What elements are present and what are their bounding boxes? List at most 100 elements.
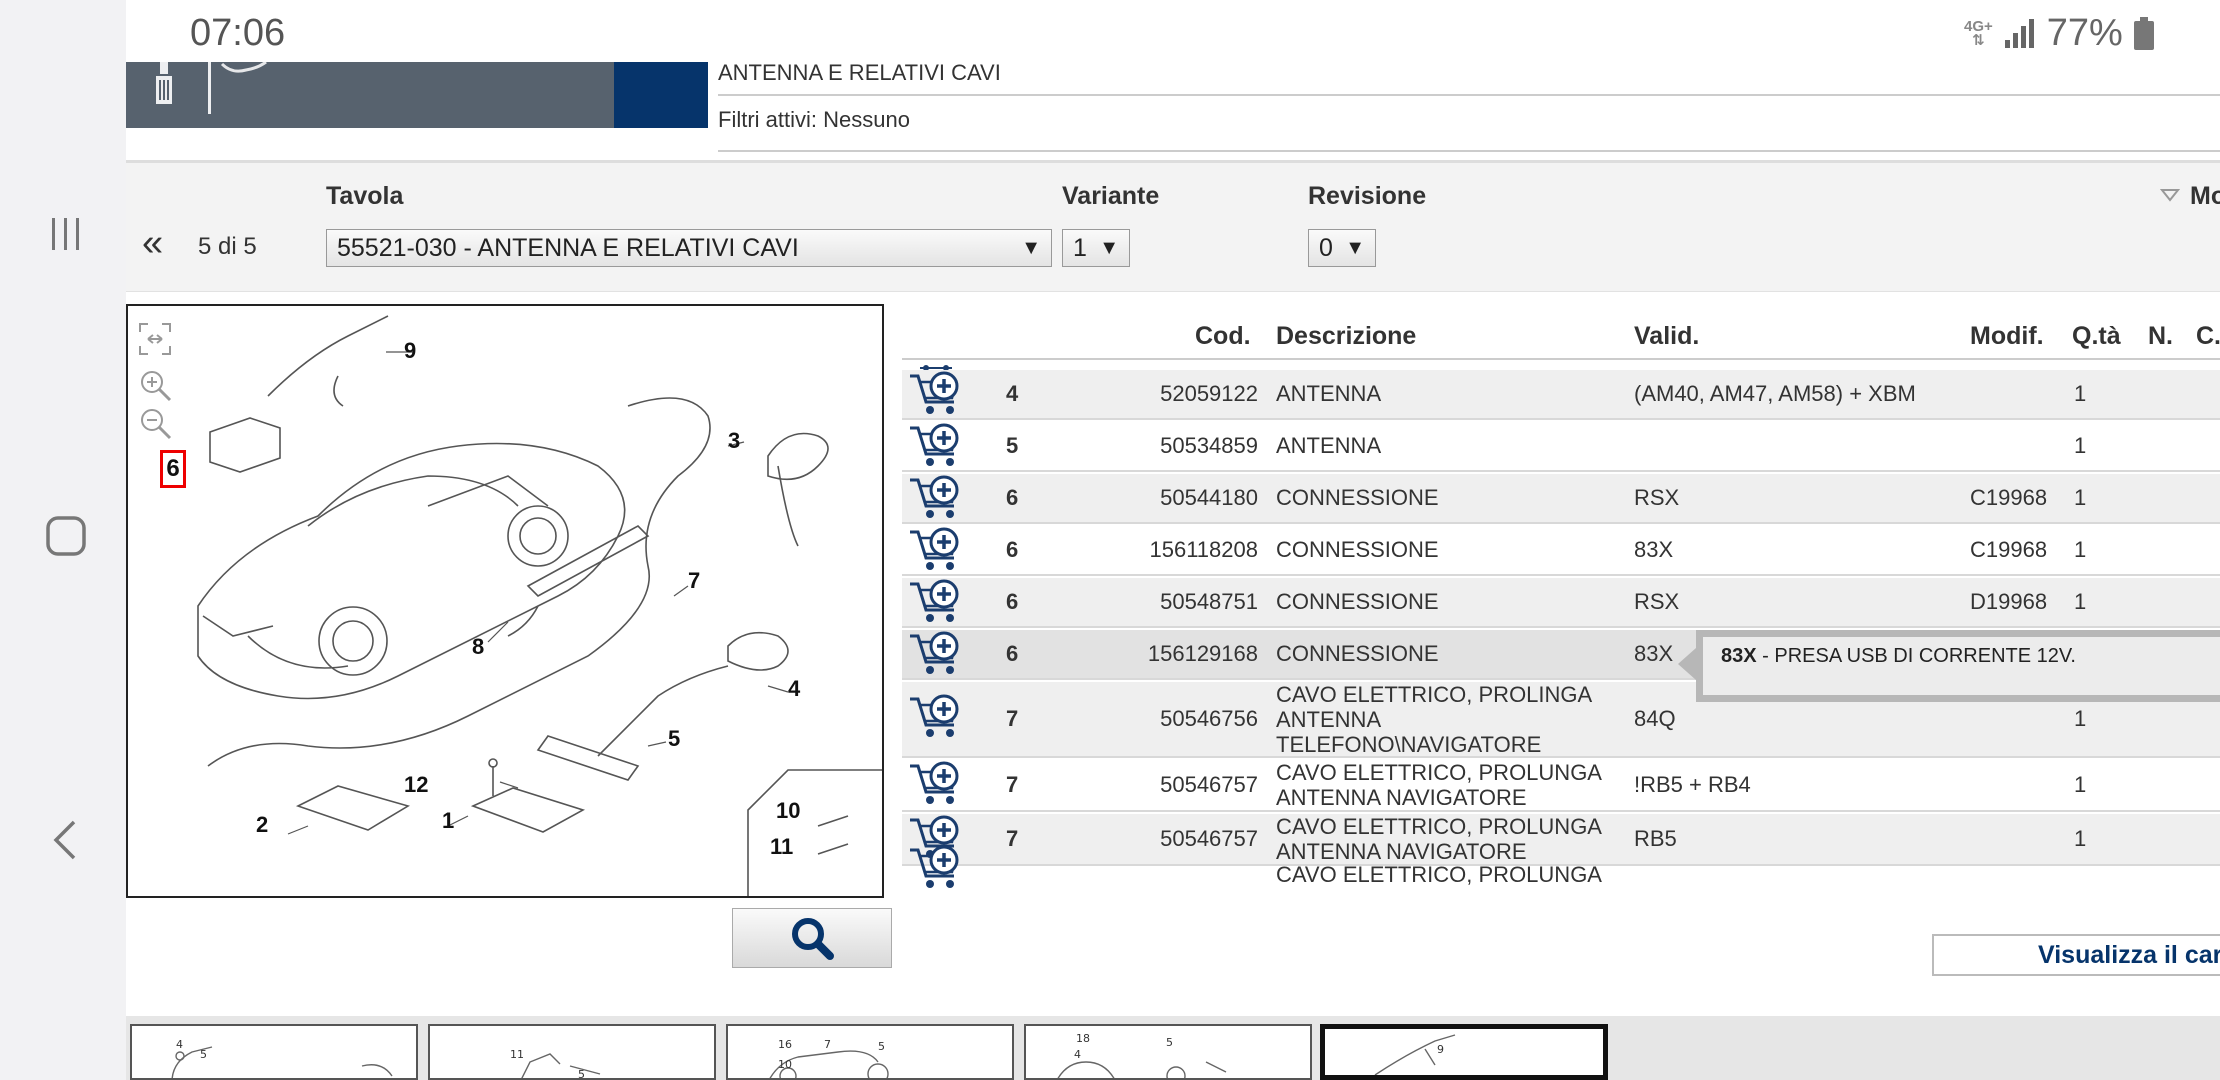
svg-text:7: 7 [824, 1038, 831, 1051]
row-tavola-ref: 7 [1006, 825, 1019, 851]
table-row[interactable]: CAVO ELETTRICO, PROLUNGA [902, 845, 2220, 892]
recent-apps-icon[interactable] [38, 206, 94, 262]
add-to-cart-icon[interactable] [908, 760, 964, 806]
fit-to-view-icon[interactable] [138, 322, 172, 356]
row-validity[interactable]: RSX [1634, 589, 1679, 615]
table-row[interactable]: 7 50546757 CAVO ELETTRICO, PROLUNGA ANTENNA… [902, 814, 2220, 866]
diagram-callout[interactable]: 5 [668, 726, 680, 752]
diagram-callout[interactable]: 7 [688, 568, 700, 594]
variante-selected-value: 1 [1073, 233, 1087, 262]
row-tavola-ref: 6 [1006, 536, 1019, 562]
diagram-callout[interactable]: 1 [442, 808, 454, 834]
add-to-cart-icon[interactable] [908, 578, 964, 624]
row-validity[interactable]: RSX [1634, 485, 1679, 511]
zoom-in-icon[interactable] [138, 368, 172, 402]
table-thumbnail-active[interactable]: 9 [1320, 1024, 1608, 1080]
add-to-cart-icon[interactable] [908, 474, 964, 520]
row-description-line: ANTENNA NAVIGATORE [1276, 785, 1527, 810]
validity-tooltip: 83X - PRESA USB DI CORRENTE 12V. [1696, 630, 2220, 702]
row-part-code: 52059122 [1160, 380, 1258, 406]
col-header-valid[interactable]: Valid. [1634, 322, 1699, 351]
variante-select[interactable]: 1 ▼ [1062, 229, 1130, 267]
row-description-line: ANTENNA [1276, 380, 1382, 406]
home-icon[interactable] [38, 508, 94, 564]
row-description: CAVO ELETTRICO, PROLUNGA ANTENNA NAVIGATO… [1276, 760, 1602, 810]
col-header-c[interactable]: C. [2196, 322, 2220, 351]
row-quantity: 1 [2074, 825, 2087, 851]
row-description-line: CONNESSIONE [1276, 536, 1439, 562]
tooltip-text: - PRESA USB DI CORRENTE 12V. [1756, 645, 2076, 667]
row-validity[interactable]: (AM40, AM47, AM58) + XBM [1634, 381, 1916, 407]
row-validity[interactable]: 83X [1634, 537, 1673, 563]
row-part-code: 50546757 [1160, 771, 1258, 797]
row-description-line: CAVO ELETTRICO, PROLUNGA [1276, 760, 1602, 785]
col-header-n[interactable]: N. [2148, 322, 2173, 351]
row-part-code: 156129168 [1147, 640, 1258, 666]
add-to-cart-icon[interactable] [908, 370, 964, 416]
brand-logo-icon [156, 62, 267, 114]
table-thumbnail[interactable]: 45 [130, 1024, 418, 1080]
col-header-qta[interactable]: Q.tà [2072, 322, 2121, 351]
divider [718, 150, 2220, 152]
table-thumbnail[interactable]: 16 7 10 5 [726, 1024, 1014, 1080]
table-row[interactable]: 6 50544180 CONNESSIONE RSX C19968 1 [902, 474, 2220, 524]
status-time: 07:06 [190, 12, 286, 54]
back-icon[interactable] [38, 812, 94, 868]
chevron-down-icon[interactable] [2160, 186, 2180, 206]
row-description-line: CONNESSIONE [1276, 588, 1439, 614]
tavola-select[interactable]: 55521-030 - ANTENNA E RELATIVI CAVI ▼ [326, 229, 1052, 267]
row-validity[interactable]: 84Q [1634, 706, 1676, 732]
row-tavola-ref: 6 [1006, 588, 1019, 614]
add-to-cart-icon[interactable] [908, 630, 964, 676]
exploded-parts-diagram[interactable]: 6 9 3 7 8 4 5 12 2 1 10 11 [126, 304, 884, 898]
row-quantity: 1 [2074, 380, 2087, 406]
variante-label: Variante [1062, 182, 1160, 210]
add-to-cart-icon[interactable] [908, 526, 964, 572]
add-to-cart-icon[interactable] [908, 693, 964, 739]
table-row[interactable]: 7 50546757 CAVO ELETTRICO, PROLUNGA ANTENNA… [902, 760, 2220, 812]
row-quantity: 1 [2074, 484, 2087, 510]
diagram-callout[interactable]: 4 [788, 676, 800, 702]
diagram-callout[interactable]: 12 [404, 772, 428, 798]
more-options-label[interactable]: Mo [2190, 182, 2220, 211]
previous-table-button[interactable]: « [142, 222, 163, 265]
tavola-selected-value: 55521-030 - ANTENNA E RELATIVI CAVI [337, 233, 799, 262]
diagram-callout[interactable]: 3 [728, 428, 740, 454]
table-thumbnail[interactable]: 18 4 5 [1024, 1024, 1312, 1080]
row-description: CONNESSIONE [1276, 537, 1439, 562]
col-header-descrizione[interactable]: Descrizione [1276, 322, 1416, 351]
diagram-callout[interactable]: 2 [256, 812, 268, 838]
row-validity[interactable]: RB5 [1634, 826, 1677, 852]
signal-icon [2004, 18, 2034, 48]
svg-text:10: 10 [778, 1058, 792, 1071]
row-part-code: 50548751 [1160, 588, 1258, 614]
table-row[interactable]: 6 156118208 CONNESSIONE 83X C19968 1 [902, 526, 2220, 576]
row-validity[interactable]: 83X [1634, 641, 1673, 667]
table-row[interactable]: 6 50548751 CONNESSIONE RSX D19968 1 [902, 578, 2220, 628]
col-header-modif[interactable]: Modif. [1970, 322, 2044, 351]
row-validity[interactable]: !RB5 + RB4 [1634, 772, 1751, 798]
table-row[interactable]: 4 52059122 ANTENNA (AM40, AM47, AM58) + XBM… [902, 370, 2220, 420]
col-header-cod[interactable]: Cod. [1195, 322, 1251, 351]
divider [718, 94, 2220, 96]
row-part-code: 50534859 [1160, 432, 1258, 458]
svg-text:9: 9 [1437, 1043, 1444, 1056]
row-modification: D19968 [1970, 588, 2048, 614]
diagram-callout[interactable]: 11 [770, 834, 793, 860]
table-row[interactable]: 5 50534859 ANTENNA 1 [902, 422, 2220, 472]
svg-text:5: 5 [578, 1068, 585, 1080]
table-page-count: 5 di 5 [198, 233, 257, 260]
row-part-code: 50546756 [1160, 705, 1258, 731]
zoom-out-icon[interactable] [138, 406, 172, 440]
view-cart-button[interactable]: Visualizza il car [1932, 934, 2220, 976]
table-thumbnail[interactable]: 11 5 [428, 1024, 716, 1080]
add-to-cart-icon[interactable] [908, 844, 964, 890]
add-to-cart-icon[interactable] [908, 422, 964, 468]
diagram-callout-selected[interactable]: 6 [160, 450, 186, 488]
diagram-callout[interactable]: 10 [776, 798, 800, 824]
tooltip-arrow [1678, 648, 1696, 680]
revisione-select[interactable]: 0 ▼ [1308, 229, 1376, 267]
diagram-callout[interactable]: 9 [404, 338, 416, 364]
diagram-callout[interactable]: 8 [472, 634, 484, 660]
search-button[interactable] [732, 908, 892, 968]
